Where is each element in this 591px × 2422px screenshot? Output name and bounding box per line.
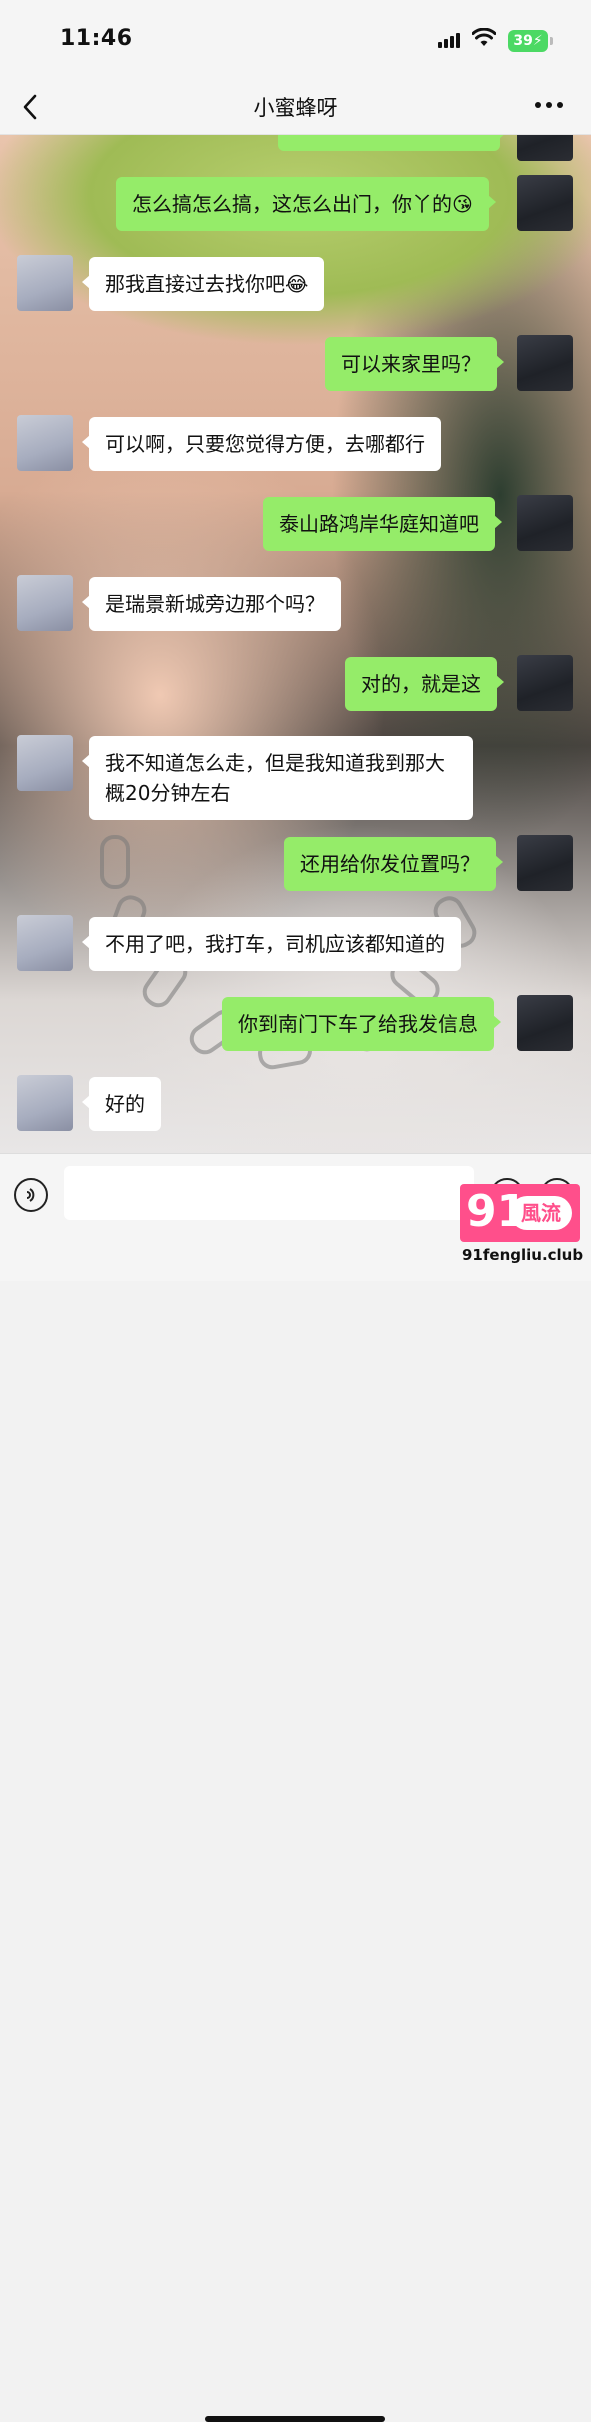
battery-icon: 39 ⚡ — [508, 30, 548, 52]
signal-icon — [438, 32, 464, 48]
avatar[interactable] — [517, 175, 573, 231]
avatar[interactable] — [17, 415, 73, 471]
avatar[interactable] — [17, 735, 73, 791]
watermark: 91 風流 91fengliu.club — [460, 1184, 584, 1274]
avatar[interactable] — [517, 335, 573, 391]
avatar[interactable] — [517, 655, 573, 711]
status-bar: 11:46 39 ⚡ — [0, 0, 591, 80]
avatar[interactable] — [517, 995, 573, 1051]
message-bubble-out[interactable]: 还用给你发位置吗？ — [284, 837, 503, 891]
message-bubble-in[interactable]: 我不知道怎么走，但是我知道我到那大概20分钟左右 — [82, 736, 473, 820]
nav-bar: 小蜜蜂呀 — [0, 80, 591, 135]
message-bubble-out[interactable] — [278, 135, 507, 151]
message-bubble-out[interactable]: 怎么搞怎么搞，这怎么出门，你丫的😘 — [116, 177, 496, 231]
watermark-word: 風流 — [510, 1196, 572, 1230]
message-bubble-out[interactable]: 你到南门下车了给我发信息 — [222, 997, 501, 1051]
status-time: 11:46 — [60, 26, 133, 51]
chain-decoration — [100, 835, 130, 889]
avatar[interactable] — [517, 835, 573, 891]
battery-level: 39 — [513, 33, 533, 49]
voice-icon[interactable] — [14, 1178, 48, 1212]
message-bubble-out[interactable]: 泰山路鸿岸华庭知道吧 — [263, 497, 502, 551]
watermark-url: 91fengliu.club — [462, 1246, 584, 1264]
home-indicator — [205, 2416, 385, 2422]
message-bubble-out[interactable]: 可以来家里吗？ — [325, 337, 504, 391]
wifi-icon — [472, 28, 496, 46]
avatar[interactable] — [17, 915, 73, 971]
message-bubble-out[interactable]: 对的，就是这 — [345, 657, 504, 711]
avatar[interactable] — [517, 495, 573, 551]
battery-tip — [550, 37, 553, 45]
avatar[interactable] — [517, 135, 573, 161]
message-bubble-in[interactable]: 那我直接过去找你吧😂 — [81, 257, 325, 311]
chat-title: 小蜜蜂呀 — [253, 96, 338, 120]
avatar[interactable] — [17, 255, 73, 311]
avatar[interactable] — [17, 1075, 73, 1131]
message-input[interactable] — [64, 1166, 474, 1220]
watermark-logo: 91 風流 — [460, 1184, 580, 1242]
message-bubble-in[interactable]: 可以啊，只要您觉得方便，去哪都行 — [82, 417, 441, 471]
message-bubble-in[interactable]: 好的 — [82, 1077, 161, 1131]
message-bubble-in[interactable]: 不用了吧，我打车，司机应该都知道的 — [82, 917, 461, 971]
more-icon[interactable] — [535, 102, 563, 110]
avatar[interactable] — [17, 575, 73, 631]
chat-area[interactable]: 怎么搞怎么搞，这怎么出门，你丫的😘 那我直接过去找你吧😂 可以来家里吗？ 可以啊… — [0, 135, 591, 1153]
message-bubble-in[interactable]: 是瑞景新城旁边那个吗？ — [82, 577, 341, 631]
